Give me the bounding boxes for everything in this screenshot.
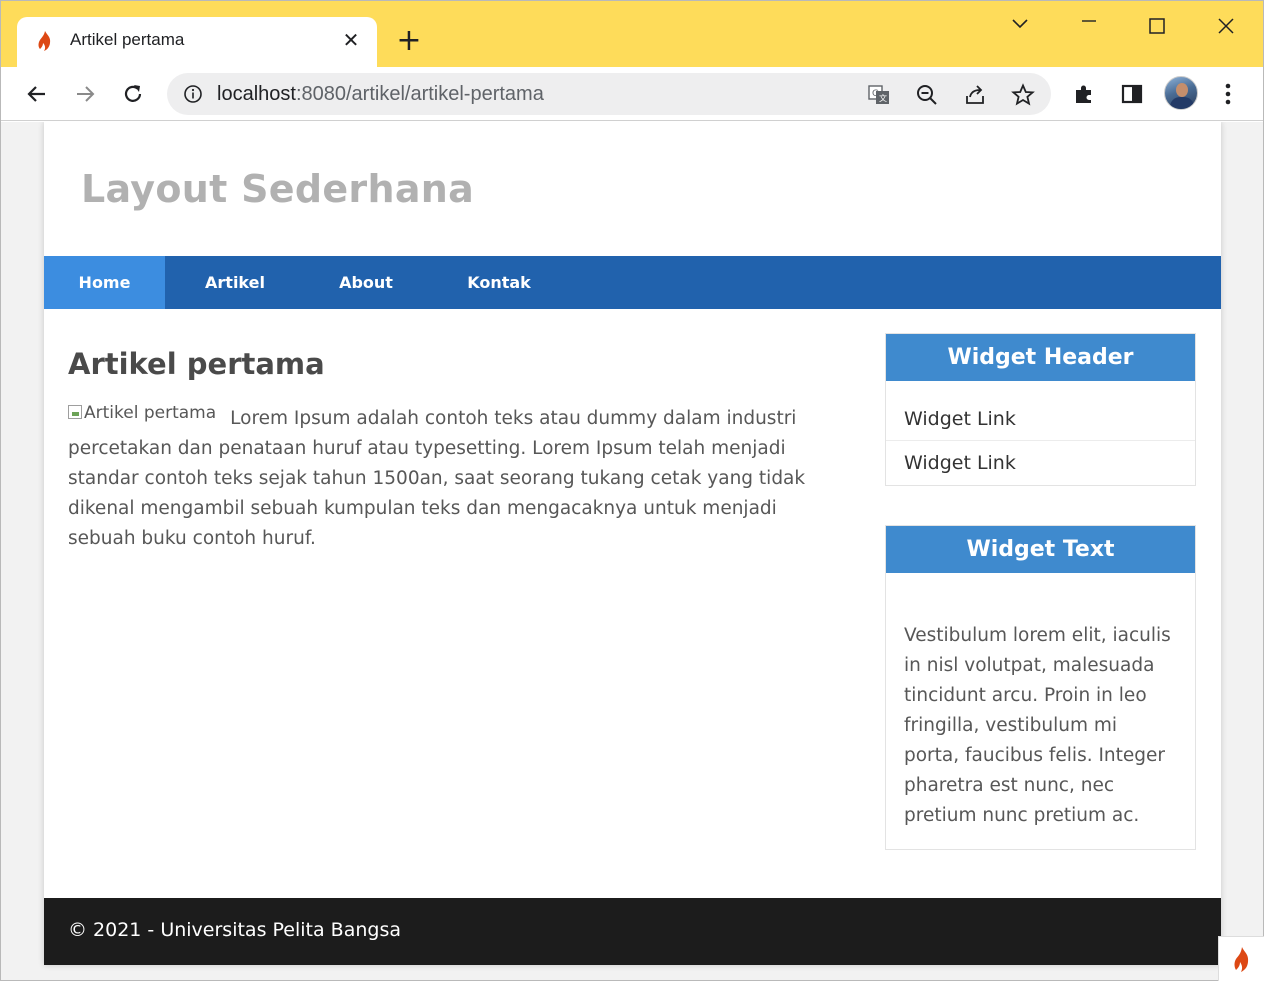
- widget-link-list: Widget Link Widget Link: [886, 381, 1195, 485]
- minimize-icon[interactable]: [1066, 11, 1112, 39]
- nav-item-about[interactable]: About: [305, 256, 427, 309]
- article-body: Artikel pertama Lorem Ipsum adalah contoh…: [68, 403, 838, 554]
- url-path: :8080/artikel/artikel-pertama: [295, 83, 544, 105]
- widget-text-body: Vestibulum lorem elit, iaculis in nisl v…: [904, 625, 1171, 826]
- kebab-menu-icon[interactable]: [1213, 79, 1243, 109]
- site-title: Layout Sederhana: [81, 167, 475, 211]
- browser-tab[interactable]: Artikel pertama ✕: [17, 17, 377, 67]
- browser-window: Artikel pertama ✕ + localhost:8080/artik…: [0, 0, 1264, 981]
- main-nav: Home Artikel About Kontak: [44, 256, 1221, 309]
- tab-close-button[interactable]: ✕: [339, 28, 363, 52]
- address-bar[interactable]: localhost:8080/artikel/artikel-pertama G…: [167, 73, 1051, 115]
- svg-text:文: 文: [879, 93, 887, 103]
- widget-text: Widget Text Vestibulum lorem elit, iacul…: [885, 525, 1196, 850]
- profile-avatar[interactable]: [1164, 76, 1198, 110]
- site-container: Layout Sederhana Home Artikel About Kont…: [44, 122, 1221, 965]
- bookmark-star-icon[interactable]: [1011, 83, 1035, 107]
- back-arrow-icon[interactable]: [22, 79, 52, 109]
- side-panel-icon[interactable]: [1117, 79, 1147, 109]
- broken-image-icon: [68, 405, 82, 419]
- nav-item-kontak[interactable]: Kontak: [427, 256, 571, 309]
- tab-title: Artikel pertama: [70, 30, 185, 49]
- forward-arrow-icon[interactable]: [70, 79, 100, 109]
- nav-item-home[interactable]: Home: [44, 256, 165, 309]
- codeigniter-flame-icon: [35, 30, 55, 52]
- widget-links: Widget Header Widget Link Widget Link: [885, 333, 1196, 486]
- widget-text-header: Widget Text: [886, 526, 1195, 573]
- article: Artikel pertama Artikel pertama Lorem Ips…: [68, 344, 838, 554]
- image-alt-text: Artikel pertama: [84, 403, 217, 423]
- svg-text:G: G: [872, 89, 879, 99]
- translate-icon[interactable]: G文: [867, 83, 891, 107]
- page-viewport: Layout Sederhana Home Artikel About Kont…: [1, 122, 1263, 980]
- reload-icon[interactable]: [118, 79, 148, 109]
- maximize-icon[interactable]: [1134, 11, 1180, 39]
- broken-image: Artikel pertama: [68, 398, 216, 428]
- share-icon[interactable]: [963, 83, 987, 107]
- zoom-out-icon[interactable]: [915, 83, 939, 107]
- site-footer: © 2021 - Universitas Pelita Bangsa: [44, 898, 1221, 965]
- article-title: Artikel pertama: [68, 347, 325, 381]
- article-text: Lorem Ipsum adalah contoh teks atau dumm…: [68, 408, 806, 549]
- tab-search-chevron-icon[interactable]: [997, 11, 1043, 39]
- browser-toolbar: localhost:8080/artikel/artikel-pertama G…: [1, 67, 1263, 121]
- codeigniter-toolbar-icon[interactable]: [1218, 936, 1264, 981]
- close-window-icon[interactable]: [1203, 11, 1249, 39]
- nav-item-artikel[interactable]: Artikel: [165, 256, 305, 309]
- url-text: localhost:8080/artikel/artikel-pertama: [217, 83, 544, 106]
- title-bar: Artikel pertama ✕ +: [1, 1, 1263, 67]
- site-header: Layout Sederhana: [44, 122, 1221, 256]
- footer-text: © 2021 - Universitas Pelita Bangsa: [68, 919, 401, 941]
- site-info-icon[interactable]: [183, 84, 203, 104]
- url-host: localhost: [217, 83, 296, 105]
- extensions-puzzle-icon[interactable]: [1069, 79, 1099, 109]
- widget-link[interactable]: Widget Link: [886, 441, 1195, 485]
- new-tab-button[interactable]: +: [393, 26, 425, 56]
- widget-header: Widget Header: [886, 334, 1195, 381]
- widget-link[interactable]: Widget Link: [886, 397, 1195, 441]
